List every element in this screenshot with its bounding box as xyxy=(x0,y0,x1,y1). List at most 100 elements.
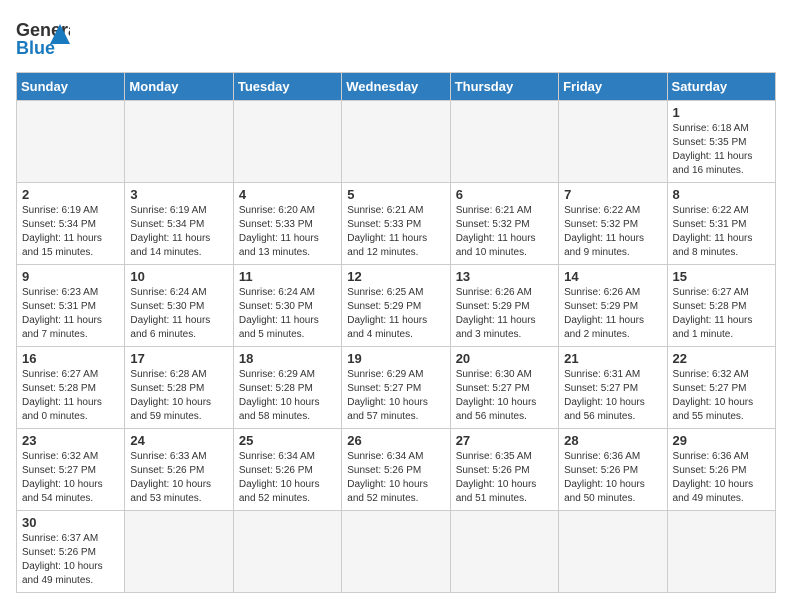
calendar-cell xyxy=(559,511,667,593)
cell-info: Sunrise: 6:24 AM Sunset: 5:30 PM Dayligh… xyxy=(130,286,227,342)
calendar-cell: 30 Sunrise: 6:37 AM Sunset: 5:26 PM Dayli… xyxy=(17,511,125,593)
weekday-header-row: SundayMondayTuesdayWednesdayThursdayFrid… xyxy=(17,73,776,101)
cell-info: Sunrise: 6:27 AM Sunset: 5:28 PM Dayligh… xyxy=(22,368,119,424)
weekday-header-tuesday: Tuesday xyxy=(233,73,341,101)
day-number: 24 xyxy=(130,433,227,448)
day-number: 30 xyxy=(22,515,119,530)
day-number: 29 xyxy=(673,433,770,448)
calendar-cell: 24Sunrise: 6:33 AM Sunset: 5:26 PM Dayli… xyxy=(125,429,233,511)
calendar-cell: 16 Sunrise: 6:27 AM Sunset: 5:28 PM Dayli… xyxy=(17,347,125,429)
calendar-cell xyxy=(450,511,558,593)
calendar-cell xyxy=(125,511,233,593)
cell-info: Sunrise: 6:28 AM Sunset: 5:28 PM Dayligh… xyxy=(130,368,227,424)
week-row-0: 1Sunrise: 6:18 AM Sunset: 5:35 PM Daylig… xyxy=(17,101,776,183)
cell-info: Sunrise: 6:36 AM Sunset: 5:26 PM Dayligh… xyxy=(673,450,770,506)
calendar-cell xyxy=(342,511,450,593)
day-number: 20 xyxy=(456,351,553,366)
calendar-cell: 4 Sunrise: 6:20 AM Sunset: 5:33 PM Daylig… xyxy=(233,183,341,265)
day-number: 5 xyxy=(347,187,444,202)
day-number: 6 xyxy=(456,187,553,202)
weekday-header-sunday: Sunday xyxy=(17,73,125,101)
day-number: 28 xyxy=(564,433,661,448)
cell-info: Sunrise: 6:26 AM Sunset: 5:29 PM Dayligh… xyxy=(564,286,661,342)
calendar-cell: 21 Sunrise: 6:31 AM Sunset: 5:27 PM Dayli… xyxy=(559,347,667,429)
header: General Blue xyxy=(16,16,776,60)
calendar-cell xyxy=(17,101,125,183)
calendar-cell xyxy=(450,101,558,183)
calendar-cell: 14 Sunrise: 6:26 AM Sunset: 5:29 PM Dayli… xyxy=(559,265,667,347)
cell-info: Sunrise: 6:26 AM Sunset: 5:29 PM Dayligh… xyxy=(456,286,553,342)
day-number: 22 xyxy=(673,351,770,366)
day-number: 14 xyxy=(564,269,661,284)
calendar-cell: 7 Sunrise: 6:22 AM Sunset: 5:32 PM Daylig… xyxy=(559,183,667,265)
logo: General Blue xyxy=(16,16,70,60)
day-number: 10 xyxy=(130,269,227,284)
calendar-cell: 9 Sunrise: 6:23 AM Sunset: 5:31 PM Daylig… xyxy=(17,265,125,347)
cell-info: Sunrise: 6:27 AM Sunset: 5:28 PM Dayligh… xyxy=(673,286,770,342)
week-row-4: 23 Sunrise: 6:32 AM Sunset: 5:27 PM Dayli… xyxy=(17,429,776,511)
calendar-cell: 8Sunrise: 6:22 AM Sunset: 5:31 PM Daylig… xyxy=(667,183,775,265)
cell-info: Sunrise: 6:37 AM Sunset: 5:26 PM Dayligh… xyxy=(22,532,119,588)
calendar-cell: 12Sunrise: 6:25 AM Sunset: 5:29 PM Dayli… xyxy=(342,265,450,347)
calendar-cell: 29 Sunrise: 6:36 AM Sunset: 5:26 PM Dayli… xyxy=(667,429,775,511)
calendar-cell: 25 Sunrise: 6:34 AM Sunset: 5:26 PM Dayli… xyxy=(233,429,341,511)
calendar-cell: 6Sunrise: 6:21 AM Sunset: 5:32 PM Daylig… xyxy=(450,183,558,265)
day-number: 1 xyxy=(673,105,770,120)
calendar-table: SundayMondayTuesdayWednesdayThursdayFrid… xyxy=(16,72,776,593)
calendar-cell: 27Sunrise: 6:35 AM Sunset: 5:26 PM Dayli… xyxy=(450,429,558,511)
day-number: 8 xyxy=(673,187,770,202)
weekday-header-thursday: Thursday xyxy=(450,73,558,101)
day-number: 11 xyxy=(239,269,336,284)
day-number: 21 xyxy=(564,351,661,366)
cell-info: Sunrise: 6:20 AM Sunset: 5:33 PM Dayligh… xyxy=(239,204,336,260)
calendar-cell xyxy=(667,511,775,593)
weekday-header-friday: Friday xyxy=(559,73,667,101)
day-number: 7 xyxy=(564,187,661,202)
cell-info: Sunrise: 6:24 AM Sunset: 5:30 PM Dayligh… xyxy=(239,286,336,342)
cell-info: Sunrise: 6:22 AM Sunset: 5:32 PM Dayligh… xyxy=(564,204,661,260)
cell-info: Sunrise: 6:19 AM Sunset: 5:34 PM Dayligh… xyxy=(22,204,119,260)
cell-info: Sunrise: 6:35 AM Sunset: 5:26 PM Dayligh… xyxy=(456,450,553,506)
cell-info: Sunrise: 6:31 AM Sunset: 5:27 PM Dayligh… xyxy=(564,368,661,424)
calendar-cell: 15 Sunrise: 6:27 AM Sunset: 5:28 PM Dayli… xyxy=(667,265,775,347)
weekday-header-saturday: Saturday xyxy=(667,73,775,101)
day-number: 17 xyxy=(130,351,227,366)
day-number: 16 xyxy=(22,351,119,366)
cell-info: Sunrise: 6:29 AM Sunset: 5:27 PM Dayligh… xyxy=(347,368,444,424)
cell-info: Sunrise: 6:23 AM Sunset: 5:31 PM Dayligh… xyxy=(22,286,119,342)
day-number: 15 xyxy=(673,269,770,284)
cell-info: Sunrise: 6:30 AM Sunset: 5:27 PM Dayligh… xyxy=(456,368,553,424)
cell-info: Sunrise: 6:36 AM Sunset: 5:26 PM Dayligh… xyxy=(564,450,661,506)
calendar-cell: 5 Sunrise: 6:21 AM Sunset: 5:33 PM Daylig… xyxy=(342,183,450,265)
day-number: 13 xyxy=(456,269,553,284)
cell-info: Sunrise: 6:21 AM Sunset: 5:33 PM Dayligh… xyxy=(347,204,444,260)
day-number: 9 xyxy=(22,269,119,284)
calendar-cell: 18 Sunrise: 6:29 AM Sunset: 5:28 PM Dayli… xyxy=(233,347,341,429)
day-number: 26 xyxy=(347,433,444,448)
calendar-cell xyxy=(559,101,667,183)
cell-info: Sunrise: 6:32 AM Sunset: 5:27 PM Dayligh… xyxy=(22,450,119,506)
day-number: 25 xyxy=(239,433,336,448)
calendar-cell: 2Sunrise: 6:19 AM Sunset: 5:34 PM Daylig… xyxy=(17,183,125,265)
cell-info: Sunrise: 6:34 AM Sunset: 5:26 PM Dayligh… xyxy=(239,450,336,506)
calendar-cell: 20 Sunrise: 6:30 AM Sunset: 5:27 PM Dayli… xyxy=(450,347,558,429)
cell-info: Sunrise: 6:29 AM Sunset: 5:28 PM Dayligh… xyxy=(239,368,336,424)
day-number: 19 xyxy=(347,351,444,366)
week-row-2: 9 Sunrise: 6:23 AM Sunset: 5:31 PM Daylig… xyxy=(17,265,776,347)
weekday-header-wednesday: Wednesday xyxy=(342,73,450,101)
day-number: 23 xyxy=(22,433,119,448)
logo-icon: General Blue xyxy=(16,16,70,60)
calendar-cell: 17 Sunrise: 6:28 AM Sunset: 5:28 PM Dayli… xyxy=(125,347,233,429)
calendar-cell: 23 Sunrise: 6:32 AM Sunset: 5:27 PM Dayli… xyxy=(17,429,125,511)
calendar-cell xyxy=(125,101,233,183)
day-number: 4 xyxy=(239,187,336,202)
calendar-cell xyxy=(233,101,341,183)
week-row-3: 16 Sunrise: 6:27 AM Sunset: 5:28 PM Dayli… xyxy=(17,347,776,429)
calendar-cell: 1Sunrise: 6:18 AM Sunset: 5:35 PM Daylig… xyxy=(667,101,775,183)
week-row-5: 30 Sunrise: 6:37 AM Sunset: 5:26 PM Dayli… xyxy=(17,511,776,593)
calendar-cell: 26Sunrise: 6:34 AM Sunset: 5:26 PM Dayli… xyxy=(342,429,450,511)
day-number: 18 xyxy=(239,351,336,366)
day-number: 12 xyxy=(347,269,444,284)
svg-text:Blue: Blue xyxy=(16,38,55,58)
calendar-cell: 10 Sunrise: 6:24 AM Sunset: 5:30 PM Dayli… xyxy=(125,265,233,347)
